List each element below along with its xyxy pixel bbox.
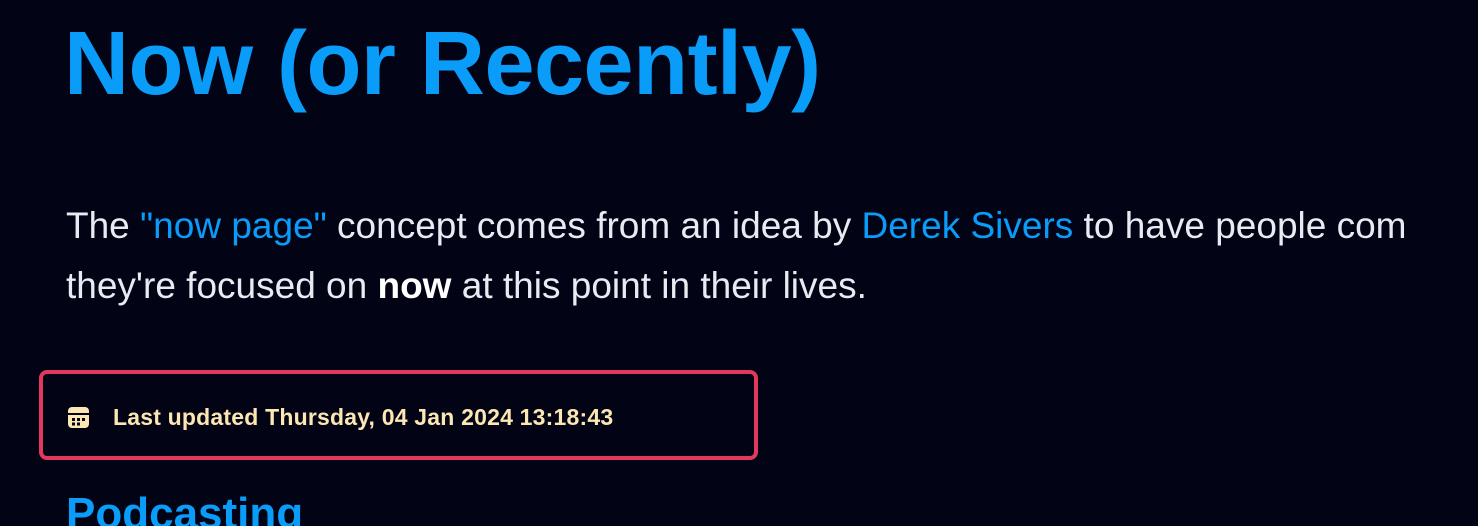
intro-text: they're focused on — [66, 265, 378, 306]
derek-sivers-link[interactable]: Derek Sivers — [862, 205, 1074, 246]
page-title: Now (or Recently) — [64, 14, 821, 114]
intro-text: to have people com — [1073, 205, 1407, 246]
intro-bold-now: now — [377, 265, 452, 306]
intro-text: The — [66, 205, 141, 246]
intro-text: concept comes from an idea by — [326, 205, 862, 246]
calendar-icon — [66, 405, 91, 430]
last-updated-text: Last updated Thursday, 04 Jan 2024 13:18… — [113, 404, 614, 430]
intro-text: at this point in their lives. — [451, 265, 867, 306]
now-page-link[interactable]: "now page" — [140, 205, 327, 246]
last-updated: Last updated Thursday, 04 Jan 2024 13:18… — [66, 404, 613, 431]
intro-paragraph: The "now page" concept comes from an ide… — [66, 196, 1478, 316]
section-heading-podcasting: Podcasting — [66, 489, 304, 526]
